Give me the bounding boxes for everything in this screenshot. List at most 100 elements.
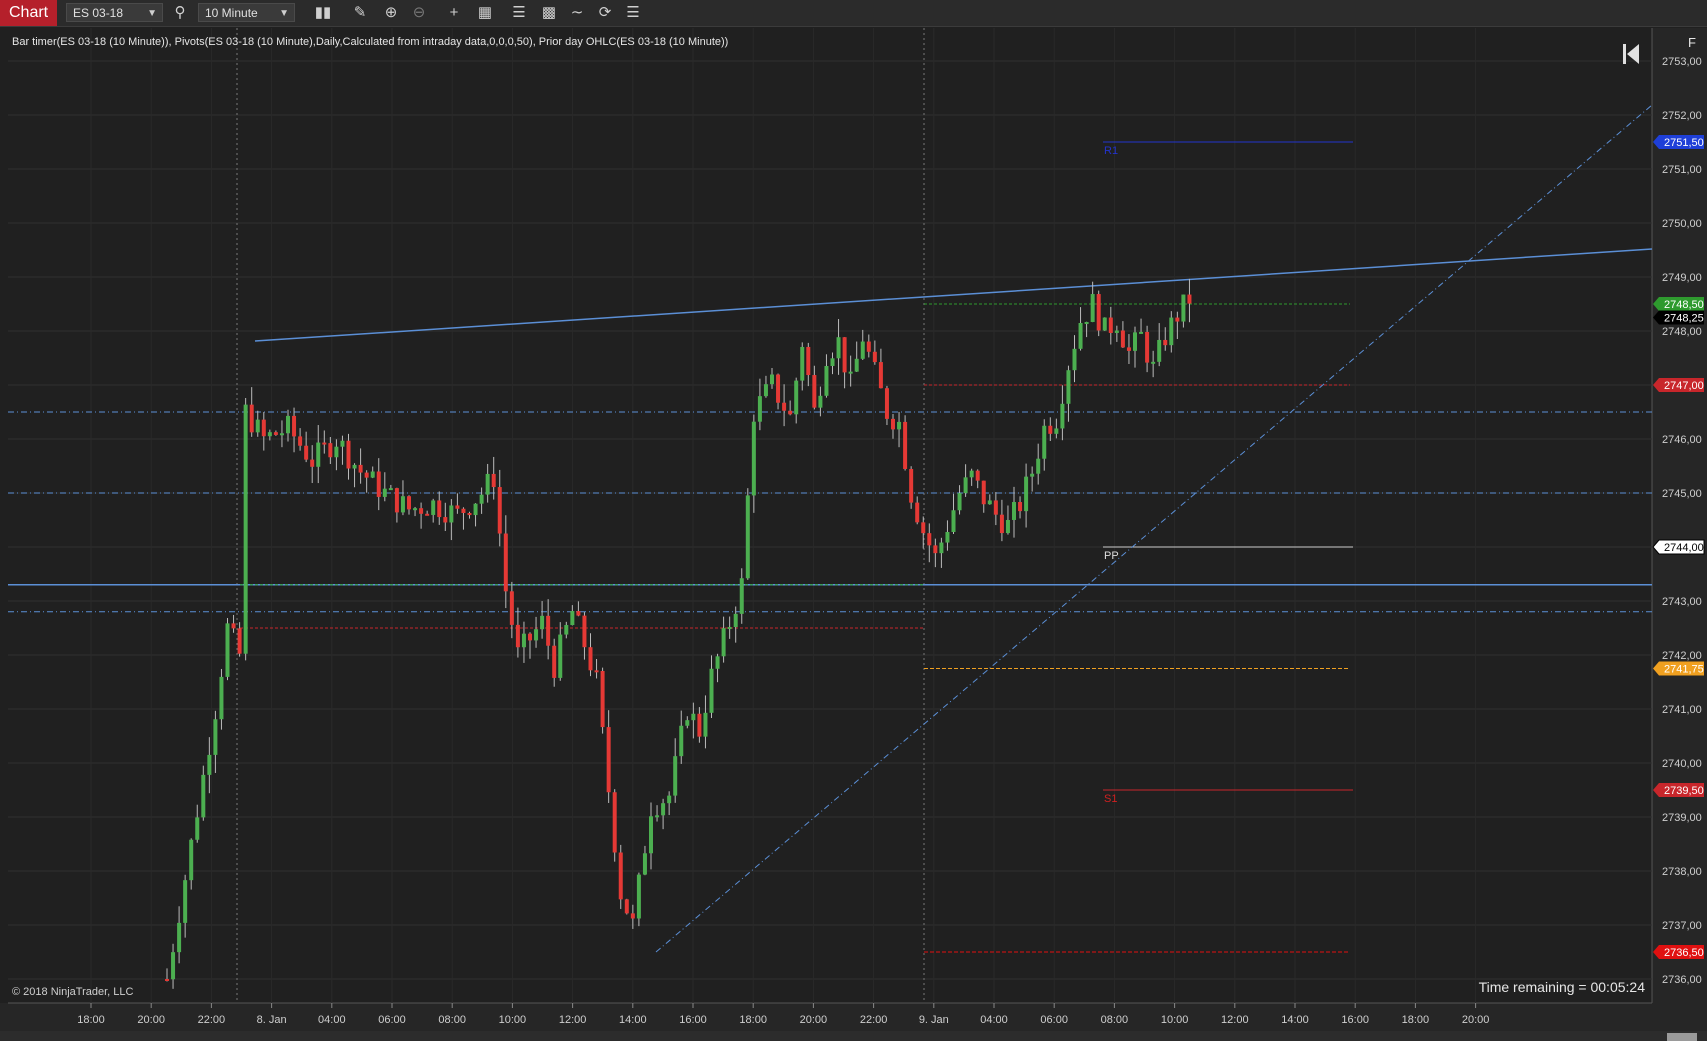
- candle[interactable]: [776, 374, 781, 403]
- candle[interactable]: [951, 510, 956, 533]
- candle[interactable]: [340, 440, 345, 447]
- skip-to-start-icon[interactable]: [1622, 43, 1640, 65]
- candle[interactable]: [346, 440, 351, 469]
- candle[interactable]: [1157, 339, 1162, 362]
- candle[interactable]: [582, 615, 587, 648]
- candle[interactable]: [987, 500, 992, 505]
- candle[interactable]: [721, 628, 726, 657]
- candle[interactable]: [915, 502, 920, 523]
- candle[interactable]: [1102, 317, 1107, 331]
- candle[interactable]: [370, 471, 375, 478]
- candle[interactable]: [322, 442, 327, 445]
- candle[interactable]: [993, 500, 998, 515]
- candle[interactable]: [219, 676, 224, 720]
- candle[interactable]: [739, 578, 744, 614]
- candle[interactable]: [1012, 502, 1016, 520]
- candle[interactable]: [358, 464, 363, 473]
- candle[interactable]: [733, 613, 738, 628]
- candle[interactable]: [1048, 425, 1053, 434]
- candle[interactable]: [473, 503, 478, 516]
- candle[interactable]: [407, 496, 411, 510]
- candle[interactable]: [782, 402, 787, 411]
- candle[interactable]: [939, 542, 944, 554]
- candle[interactable]: [382, 488, 387, 497]
- candle[interactable]: [177, 922, 182, 953]
- candle[interactable]: [872, 351, 877, 363]
- candle[interactable]: [703, 712, 708, 737]
- candle[interactable]: [267, 432, 272, 437]
- candle[interactable]: [770, 374, 774, 385]
- candle[interactable]: [189, 839, 194, 881]
- candle[interactable]: [969, 470, 974, 478]
- candle[interactable]: [352, 464, 357, 469]
- candle[interactable]: [812, 375, 817, 408]
- candle[interactable]: [503, 533, 508, 592]
- candle[interactable]: [316, 442, 321, 467]
- candle[interactable]: [388, 488, 393, 491]
- candle[interactable]: [1151, 361, 1156, 364]
- candle[interactable]: [709, 668, 714, 713]
- candle[interactable]: [891, 418, 895, 430]
- candle[interactable]: [576, 611, 581, 616]
- candle[interactable]: [697, 713, 702, 737]
- candle[interactable]: [437, 500, 442, 518]
- candle[interactable]: [751, 421, 756, 496]
- candle[interactable]: [1090, 294, 1095, 322]
- candle[interactable]: [957, 493, 962, 511]
- candle[interactable]: [794, 380, 799, 415]
- candle[interactable]: [497, 487, 502, 534]
- candle[interactable]: [1139, 331, 1144, 334]
- scrollbar-thumb[interactable]: [1667, 1033, 1697, 1041]
- candle[interactable]: [461, 508, 466, 513]
- candle[interactable]: [546, 615, 551, 646]
- candle[interactable]: [1175, 317, 1180, 322]
- candle[interactable]: [800, 346, 805, 381]
- candle[interactable]: [443, 517, 448, 523]
- candle[interactable]: [207, 754, 212, 775]
- candle[interactable]: [1042, 425, 1047, 459]
- candle[interactable]: [606, 727, 611, 793]
- candle[interactable]: [552, 645, 557, 678]
- candle[interactable]: [1054, 428, 1059, 434]
- candle[interactable]: [225, 623, 230, 677]
- candle[interactable]: [334, 446, 339, 458]
- candle[interactable]: [243, 404, 248, 654]
- candle[interactable]: [298, 436, 303, 446]
- candle[interactable]: [661, 803, 666, 816]
- candle[interactable]: [534, 629, 539, 641]
- candle[interactable]: [165, 979, 169, 981]
- candle[interactable]: [485, 473, 490, 495]
- candle[interactable]: [1120, 330, 1125, 348]
- candle[interactable]: [1108, 317, 1113, 333]
- candle[interactable]: [685, 720, 690, 726]
- candle[interactable]: [981, 480, 986, 505]
- candle[interactable]: [237, 628, 242, 654]
- candle[interactable]: [757, 396, 762, 422]
- candle[interactable]: [1018, 502, 1023, 512]
- candle[interactable]: [878, 362, 883, 389]
- candle[interactable]: [618, 852, 623, 900]
- candle[interactable]: [612, 792, 617, 853]
- candle[interactable]: [866, 341, 871, 352]
- candle[interactable]: [394, 488, 399, 513]
- candle[interactable]: [364, 472, 369, 478]
- candle[interactable]: [1133, 332, 1137, 351]
- candle[interactable]: [304, 445, 309, 460]
- candle[interactable]: [1078, 322, 1083, 349]
- candle[interactable]: [292, 415, 297, 437]
- candle[interactable]: [1072, 348, 1077, 371]
- candle[interactable]: [673, 756, 678, 796]
- candle[interactable]: [1030, 473, 1035, 477]
- candle[interactable]: [310, 459, 315, 467]
- candle[interactable]: [540, 615, 545, 630]
- candle[interactable]: [249, 404, 254, 433]
- candle[interactable]: [745, 495, 750, 579]
- candle[interactable]: [1024, 476, 1029, 512]
- candle[interactable]: [1187, 294, 1192, 304]
- candle[interactable]: [479, 494, 484, 504]
- candle[interactable]: [558, 634, 563, 678]
- candle[interactable]: [600, 670, 605, 728]
- candle[interactable]: [975, 470, 980, 481]
- candle[interactable]: [921, 522, 926, 534]
- candle[interactable]: [636, 874, 641, 919]
